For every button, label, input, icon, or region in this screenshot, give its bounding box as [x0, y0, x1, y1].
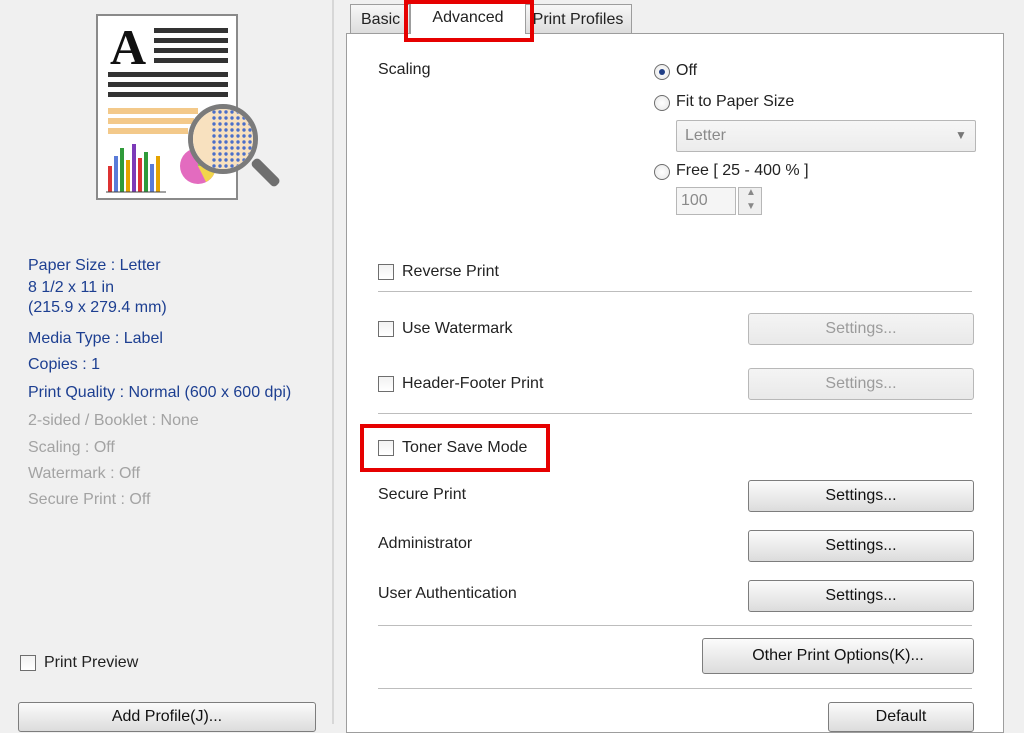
- other-print-options-button[interactable]: Other Print Options(K)...: [702, 638, 974, 674]
- paper-size-info: Paper Size : Letter: [28, 257, 161, 274]
- print-preview-checkbox[interactable]: [20, 655, 36, 671]
- secure-print-label: Secure Print: [378, 486, 467, 503]
- separator: [378, 688, 972, 689]
- default-button[interactable]: Default: [828, 702, 974, 732]
- header-footer-label: Header-Footer Print: [402, 375, 544, 392]
- pane-divider: [332, 0, 334, 724]
- paper-size-select-value: Letter: [685, 127, 726, 144]
- table-band: [108, 108, 198, 114]
- toner-save-highlight: [360, 424, 550, 472]
- media-type-info: Media Type : Label: [28, 330, 163, 347]
- table-band: [108, 128, 188, 134]
- table-band: [108, 118, 194, 124]
- tab-basic[interactable]: Basic: [350, 4, 410, 34]
- free-percent-input[interactable]: 100: [676, 187, 736, 215]
- bar-chart-icon: [106, 144, 166, 193]
- spin-up-icon[interactable]: ▲: [746, 187, 756, 198]
- separator: [378, 291, 972, 292]
- copies-info: Copies : 1: [28, 356, 101, 373]
- secure-print-info: Secure Print : Off: [28, 491, 151, 508]
- text-line: [108, 82, 228, 87]
- free-percent-spinner[interactable]: ▲ ▼: [738, 187, 762, 215]
- text-line: [154, 38, 228, 43]
- administrator-settings-button[interactable]: Settings...: [748, 530, 974, 562]
- fit-to-paper-label: Fit to Paper Size: [676, 93, 795, 110]
- scaling-info: Scaling : Off: [28, 439, 115, 456]
- free-label: Free [ 25 - 400 % ]: [676, 162, 809, 179]
- text-line: [108, 92, 228, 97]
- paper-dims-in: 8 1/2 x 11 in: [28, 279, 114, 296]
- two-sided-info: 2-sided / Booklet : None: [28, 412, 199, 429]
- paper-dims-mm: (215.9 x 279.4 mm): [28, 299, 167, 316]
- separator: [378, 413, 972, 414]
- reverse-print-checkbox[interactable]: [378, 264, 394, 280]
- print-preview-label: Print Preview: [44, 654, 139, 671]
- watermark-settings-button[interactable]: Settings...: [748, 313, 974, 345]
- text-line: [154, 58, 228, 63]
- secure-print-settings-button[interactable]: Settings...: [748, 480, 974, 512]
- spin-down-icon[interactable]: ▼: [746, 201, 756, 212]
- magnified-pattern: [193, 109, 253, 169]
- print-quality-info: Print Quality : Normal (600 x 600 dpi): [28, 384, 292, 401]
- text-line: [154, 28, 228, 33]
- separator: [378, 625, 972, 626]
- scaling-off-label: Off: [676, 62, 698, 79]
- document-letter-a-icon: A: [110, 19, 147, 75]
- use-watermark-label: Use Watermark: [402, 320, 513, 337]
- free-radio[interactable]: [654, 164, 670, 180]
- use-watermark-checkbox[interactable]: [378, 321, 394, 337]
- text-line: [154, 48, 228, 53]
- administrator-label: Administrator: [378, 535, 473, 552]
- user-auth-settings-button[interactable]: Settings...: [748, 580, 974, 612]
- paper-size-select[interactable]: Letter ▼: [676, 120, 976, 152]
- scaling-off-radio[interactable]: [654, 64, 670, 80]
- fit-to-paper-radio[interactable]: [654, 95, 670, 111]
- header-footer-checkbox[interactable]: [378, 376, 394, 392]
- add-profile-button[interactable]: Add Profile(J)...: [18, 702, 316, 732]
- watermark-info: Watermark : Off: [28, 465, 141, 482]
- tab-print-profiles[interactable]: Print Profiles: [524, 4, 632, 34]
- advanced-tab-highlight: [404, 0, 534, 42]
- chevron-down-icon: ▼: [955, 128, 967, 142]
- text-line: [108, 72, 228, 77]
- header-footer-settings-button[interactable]: Settings...: [748, 368, 974, 400]
- magnifier-icon: [188, 104, 258, 174]
- user-auth-label: User Authentication: [378, 585, 517, 602]
- scaling-label: Scaling: [378, 61, 431, 78]
- reverse-print-label: Reverse Print: [402, 263, 499, 280]
